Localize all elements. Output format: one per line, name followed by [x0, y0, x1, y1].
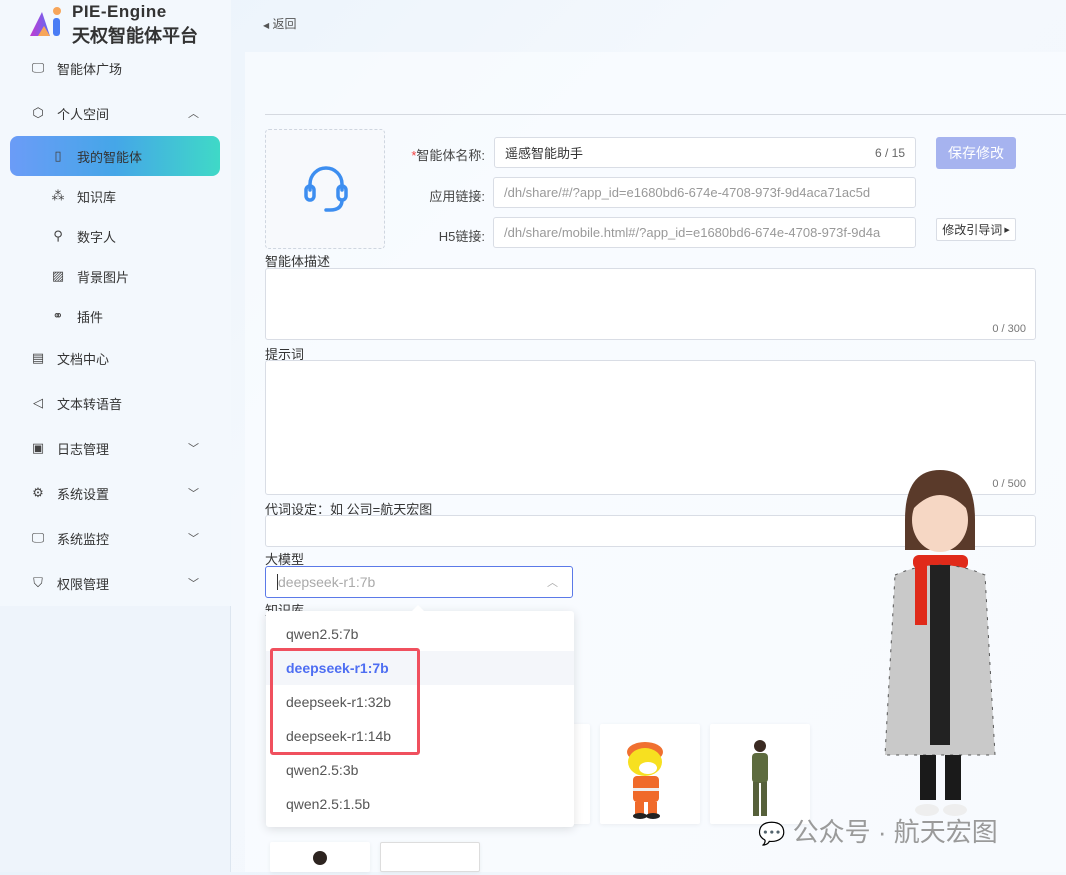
shield-icon: ⛉: [33, 575, 43, 590]
sidebar-item-knowledge-base[interactable]: ⁂ 知识库: [0, 178, 231, 214]
back-label: 返回: [272, 17, 297, 31]
avatar-card-woman[interactable]: [270, 842, 370, 872]
soldier-avatar-image: [752, 740, 768, 816]
name-label-text: 智能体名称:: [416, 148, 485, 163]
label: 系统监控: [57, 531, 110, 547]
chevron-down-icon: ﹀: [188, 578, 199, 590]
model-select[interactable]: deepseek-r1:7b ︿: [265, 566, 573, 598]
woman-avatar-image: [313, 851, 327, 865]
edit-guide-label: 修改引导词: [942, 223, 1003, 237]
digital-human-figure: [884, 470, 996, 816]
nodes-icon: ⁂: [51, 188, 65, 203]
agent-name-value: 遥感智能助手: [505, 146, 584, 161]
brand-name: PIE-Engine: [72, 2, 167, 21]
description-textarea[interactable]: 0 / 300: [265, 268, 1036, 340]
sidebar-item-docs[interactable]: ▤ 文档中心: [0, 340, 231, 376]
sidebar-item-logs[interactable]: ▣ 日志管理 ﹀: [0, 430, 231, 466]
tiger-mascot-image: [627, 742, 663, 819]
log-icon: ▣: [31, 440, 45, 455]
caret-right-icon: ▶: [1004, 226, 1010, 234]
char-count: 6 / 15: [874, 145, 905, 160]
agent-avatar-upload[interactable]: [265, 129, 385, 249]
avatar-card-tiger[interactable]: [600, 724, 700, 824]
sidebar-item-digital-human[interactable]: ⚲ 数字人: [0, 218, 231, 254]
logo: [30, 7, 61, 36]
sidebar-item-tts[interactable]: ◁ 文本转语音: [0, 385, 231, 421]
model-option[interactable]: qwen2.5:1.5b: [266, 787, 574, 821]
user-icon: ⚲: [53, 228, 63, 243]
sidebar-item-permissions[interactable]: ⛉ 权限管理 ﹀: [0, 565, 231, 601]
monitor-icon: 🖵: [31, 530, 45, 545]
edit-guide-button[interactable]: 修改引导词 ▶: [936, 218, 1016, 241]
agent-name-input[interactable]: 遥感智能助手 6 / 15: [494, 137, 916, 168]
label: 个人空间: [57, 106, 110, 122]
sidebar-item-monitoring[interactable]: 🖵 系统监控 ﹀: [0, 520, 231, 556]
gear-icon: ⚙: [32, 485, 44, 500]
sidebar-item-agent-plaza[interactable]: 🖵 智能体广场: [0, 50, 231, 86]
watermark: 💬 公众号 · 航天宏图: [758, 812, 998, 849]
headset-icon: [304, 166, 348, 212]
plug-icon: ⚭: [52, 308, 64, 323]
avatar-card-soldier[interactable]: [710, 724, 810, 824]
cube-icon: ⬡: [32, 105, 44, 120]
back-link[interactable]: ◀ 返回: [263, 15, 297, 32]
divider: [265, 114, 1066, 115]
sidebar-item-personal-space[interactable]: ⬡ 个人空间 ︿: [0, 95, 231, 131]
model-option[interactable]: qwen2.5:3b: [266, 753, 574, 787]
highlight-box: [270, 648, 420, 755]
label: 插件: [77, 309, 104, 325]
watermark-text: 公众号 · 航天宏图: [792, 817, 998, 847]
brand-subtitle: 天权智能体平台: [72, 26, 198, 46]
label: 日志管理: [57, 441, 110, 457]
model-option[interactable]: qwen2.5:7b: [266, 617, 574, 651]
chevron-up-icon: ︿: [547, 577, 558, 589]
h5-link-label: H5链接:: [438, 229, 485, 244]
sidebar-item-settings[interactable]: ⚙ 系统设置 ﹀: [0, 475, 231, 511]
desc-count: 0 / 300: [992, 323, 1026, 335]
document-icon: ▤: [31, 350, 45, 365]
label: 知识库: [77, 189, 117, 205]
sidebar: PIE-Engine 天权智能体平台 🖵 智能体广场 ⬡ 个人空间 ︿ ▯ 我的智能体 …: [0, 0, 231, 872]
dropdown-arrow: [412, 605, 424, 611]
speaker-icon: ◁: [33, 395, 43, 410]
avatar-card-empty[interactable]: [380, 842, 480, 872]
app-link-label: 应用链接:: [429, 189, 485, 204]
chevron-down-icon: ﹀: [188, 443, 199, 455]
label: 文本转语音: [57, 396, 123, 412]
chevron-up-icon: ︿: [188, 108, 199, 120]
image-icon: ▨: [51, 268, 65, 283]
wechat-icon: 💬: [758, 821, 786, 846]
label: 我的智能体: [77, 149, 143, 165]
monitor-icon: 🖵: [31, 60, 45, 75]
label: 文档中心: [57, 351, 110, 367]
h5-link-input[interactable]: /dh/share/mobile.html#/?app_id=e1680bd6-…: [493, 217, 916, 248]
label: 背景图片: [77, 269, 130, 285]
name-label: *智能体名称:: [395, 145, 485, 164]
sidebar-item-my-agents[interactable]: ▯ 我的智能体: [10, 136, 220, 176]
chevron-down-icon: ﹀: [188, 488, 199, 500]
save-button[interactable]: 保存修改: [936, 137, 1016, 169]
sidebar-item-background-image[interactable]: ▨ 背景图片: [0, 258, 231, 294]
sidebar-item-plugins[interactable]: ⚭ 插件: [0, 298, 231, 334]
chevron-down-icon: ﹀: [188, 533, 199, 545]
label: 数字人: [77, 229, 117, 245]
app-link-input[interactable]: /dh/share/#/?app_id=e1680bd6-674e-4708-9…: [493, 177, 916, 208]
label: 系统设置: [57, 486, 110, 502]
model-select-value: deepseek-r1:7b: [278, 574, 376, 590]
label: 智能体广场: [57, 61, 123, 77]
label: 权限管理: [57, 576, 110, 592]
tablet-icon: ▯: [54, 148, 62, 163]
caret-left-icon: ◀: [263, 21, 270, 30]
